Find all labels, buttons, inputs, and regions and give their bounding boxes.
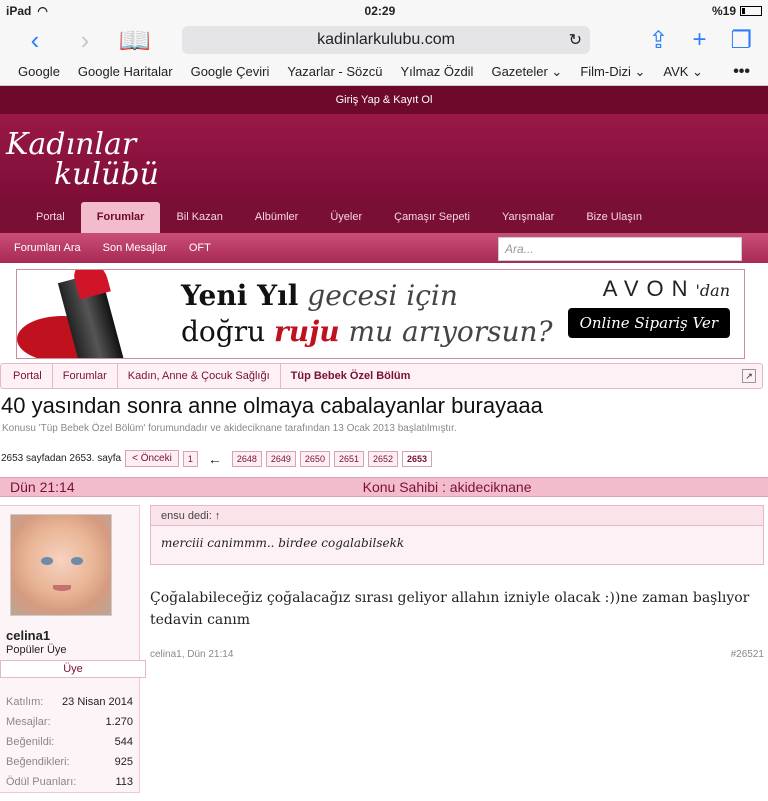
- tab-forumlar[interactable]: Forumlar: [80, 202, 161, 233]
- tab-bize-ulasin[interactable]: Bize Ulaşın: [570, 202, 658, 233]
- stat-row: Mesajlar: 1.270: [6, 716, 133, 728]
- battery-icon: [740, 6, 762, 16]
- username[interactable]: celina1: [0, 624, 139, 643]
- stat-row: Katılım: 23 Nisan 2014: [6, 696, 133, 708]
- subnav-forum-search[interactable]: Forumları Ara: [14, 242, 81, 254]
- bookmark-item[interactable]: Yılmaz Özdil: [400, 64, 473, 79]
- bookmark-item[interactable]: Google Çeviri: [191, 64, 270, 79]
- reload-icon[interactable]: ↻: [569, 30, 582, 50]
- thread-owner-label: Konu Sahibi : akideciknane: [362, 479, 532, 495]
- search-input[interactable]: Ara...: [498, 237, 742, 261]
- login-register-link[interactable]: Giriş Yap & Kayıt Ol: [336, 94, 433, 106]
- site-header: Kadınlar kulübü: [0, 114, 768, 202]
- user-title: Popüler Üye: [6, 644, 67, 656]
- ad-banner[interactable]: Yeni Yıl gecesi için doğru ruju mu arıyo…: [16, 269, 745, 359]
- tab-albumler[interactable]: Albümler: [239, 202, 314, 233]
- crumb-forumlar[interactable]: Forumlar: [53, 363, 118, 389]
- status-bar: iPad ◠ 02:29 %19: [0, 0, 768, 22]
- current-page[interactable]: 2653: [402, 450, 433, 467]
- page-link[interactable]: 2651: [333, 450, 364, 467]
- page-link[interactable]: 2648: [231, 450, 262, 467]
- tab-uyeler[interactable]: Üyeler: [314, 202, 378, 233]
- bookmark-item[interactable]: Google Haritalar: [78, 64, 173, 79]
- post-footer: celina1, Dün 21:14 #26521: [150, 649, 764, 660]
- post-content: ensu dedi: ↑ merciii canimmm.. birdee co…: [140, 505, 768, 793]
- thread-title: 40 yasından sonra anne olmaya cabalayanl…: [1, 393, 543, 418]
- tab-camasir-sepeti[interactable]: Çamaşır Sepeti: [378, 202, 486, 233]
- stat-row: Ödül Puanları: 113: [6, 776, 133, 788]
- bookmark-folder[interactable]: AVK ⌄: [663, 64, 703, 80]
- bookmark-item[interactable]: Google: [18, 64, 60, 79]
- breadcrumb: Portal Forumlar Kadın, Anne & Çocuk Sağl…: [0, 363, 763, 389]
- subnav-oft[interactable]: OFT: [189, 242, 211, 254]
- post-message: Çoğalabileceğiz çoğalacağız sırası geliy…: [150, 590, 750, 628]
- logo-line-1: Kadınlar: [6, 127, 137, 162]
- stat-row: Beğenildi: 544: [6, 736, 133, 748]
- avon-brand: AVON'dan Online Sipariş Ver: [567, 276, 730, 338]
- bookmark-folder[interactable]: Film-Dizi ⌄: [580, 64, 645, 80]
- tab-bil-kazan[interactable]: Bil Kazan: [160, 202, 238, 233]
- post: celina1 Popüler Üye Üye Katılım: 23 Nisan…: [0, 505, 768, 793]
- device-label: iPad: [6, 4, 32, 18]
- login-bar: Giriş Yap & Kayıt Ol: [0, 86, 768, 114]
- page-link[interactable]: 2649: [265, 450, 296, 467]
- clock: 02:29: [364, 4, 396, 18]
- bookmarks-book-icon[interactable]: 📖: [110, 25, 160, 55]
- quote-block: ensu dedi: ↑ merciii canimmm.. birdee co…: [150, 505, 764, 565]
- bookmark-item[interactable]: Yazarlar - Sözcü: [287, 64, 382, 79]
- online-order-button[interactable]: Online Sipariş Ver: [567, 308, 730, 338]
- page-link[interactable]: 2650: [299, 450, 330, 467]
- page-link[interactable]: 2652: [367, 450, 399, 467]
- share-icon[interactable]: ⇪: [648, 26, 668, 55]
- new-tab-plus-icon[interactable]: +: [692, 26, 706, 55]
- wifi-icon: ◠: [37, 4, 48, 18]
- more-icon[interactable]: •••: [733, 63, 750, 81]
- bookmarks-bar: Google Google Haritalar Google Çeviri Ya…: [0, 58, 768, 86]
- crumb-forum[interactable]: Tüp Bebek Özel Bölüm: [281, 363, 421, 389]
- avon-logo: AVON: [602, 276, 696, 301]
- post-header: Dün 21:14 Konu Sahibi : akideciknane: [0, 477, 768, 497]
- forward-icon[interactable]: ›: [60, 25, 110, 55]
- bookmark-folder[interactable]: Gazeteler ⌄: [491, 64, 562, 80]
- page-jump-arrow[interactable]: ←: [202, 451, 228, 467]
- back-icon[interactable]: ‹: [10, 25, 60, 55]
- post-permalink[interactable]: #26521: [731, 649, 764, 660]
- pager-text: 2653 sayfadan 2653. sayfa: [1, 453, 122, 464]
- main-nav: Portal Forumlar Bil Kazan Albümler Üyele…: [0, 202, 768, 233]
- browser-toolbar: ‹ › 📖 kadinlarkulubu.com ↻ ⇪ + ❐: [0, 22, 768, 58]
- post-meta[interactable]: celina1, Dün 21:14: [150, 649, 233, 660]
- crumb-category[interactable]: Kadın, Anne & Çocuk Sağlığı: [118, 363, 281, 389]
- crumb-portal[interactable]: Portal: [3, 363, 53, 389]
- pagination: 2653 sayfadan 2653. sayfa < Önceki 1 ← 2…: [1, 450, 768, 467]
- sub-nav: Forumları Ara Son Mesajlar OFT Ara...: [0, 233, 768, 263]
- quote-text: merciii canimmm.. birdee cogalabilsekk: [161, 536, 405, 550]
- stat-row: Beğendikleri: 925: [6, 756, 133, 768]
- avatar[interactable]: [10, 514, 112, 616]
- tabs-icon[interactable]: ❐: [730, 26, 752, 55]
- subnav-recent-posts[interactable]: Son Mesajlar: [103, 242, 167, 254]
- tab-portal[interactable]: Portal: [20, 202, 81, 233]
- url-text: kadinlarkulubu.com: [317, 31, 455, 48]
- thread-subtitle: Konusu 'Tüp Bebek Özel Bölüm' forumundad…: [2, 423, 457, 434]
- banner-headline: Yeni Yıl gecesi için doğru ruju mu arıyo…: [181, 279, 553, 348]
- quote-author[interactable]: ensu dedi: ↑: [151, 506, 763, 526]
- site-logo[interactable]: Kadınlar kulübü: [6, 130, 159, 190]
- tab-yarismalar[interactable]: Yarışmalar: [486, 202, 570, 233]
- page-link[interactable]: 1: [182, 450, 198, 467]
- user-badge: Üye: [0, 660, 146, 678]
- prev-page-button[interactable]: < Önceki: [125, 450, 179, 467]
- lipstick-image: [17, 270, 167, 358]
- logo-line-2: kulübü: [54, 157, 159, 192]
- post-date: Dün 21:14: [10, 479, 75, 495]
- address-bar[interactable]: kadinlarkulubu.com ↻: [182, 26, 590, 54]
- user-stats: Katılım: 23 Nisan 2014 Mesajlar: 1.270 Beğ…: [0, 692, 139, 792]
- user-pane: celina1 Popüler Üye Üye Katılım: 23 Nisan…: [0, 505, 146, 793]
- battery-percent: %19: [711, 4, 736, 18]
- jump-icon[interactable]: ↗: [742, 369, 756, 383]
